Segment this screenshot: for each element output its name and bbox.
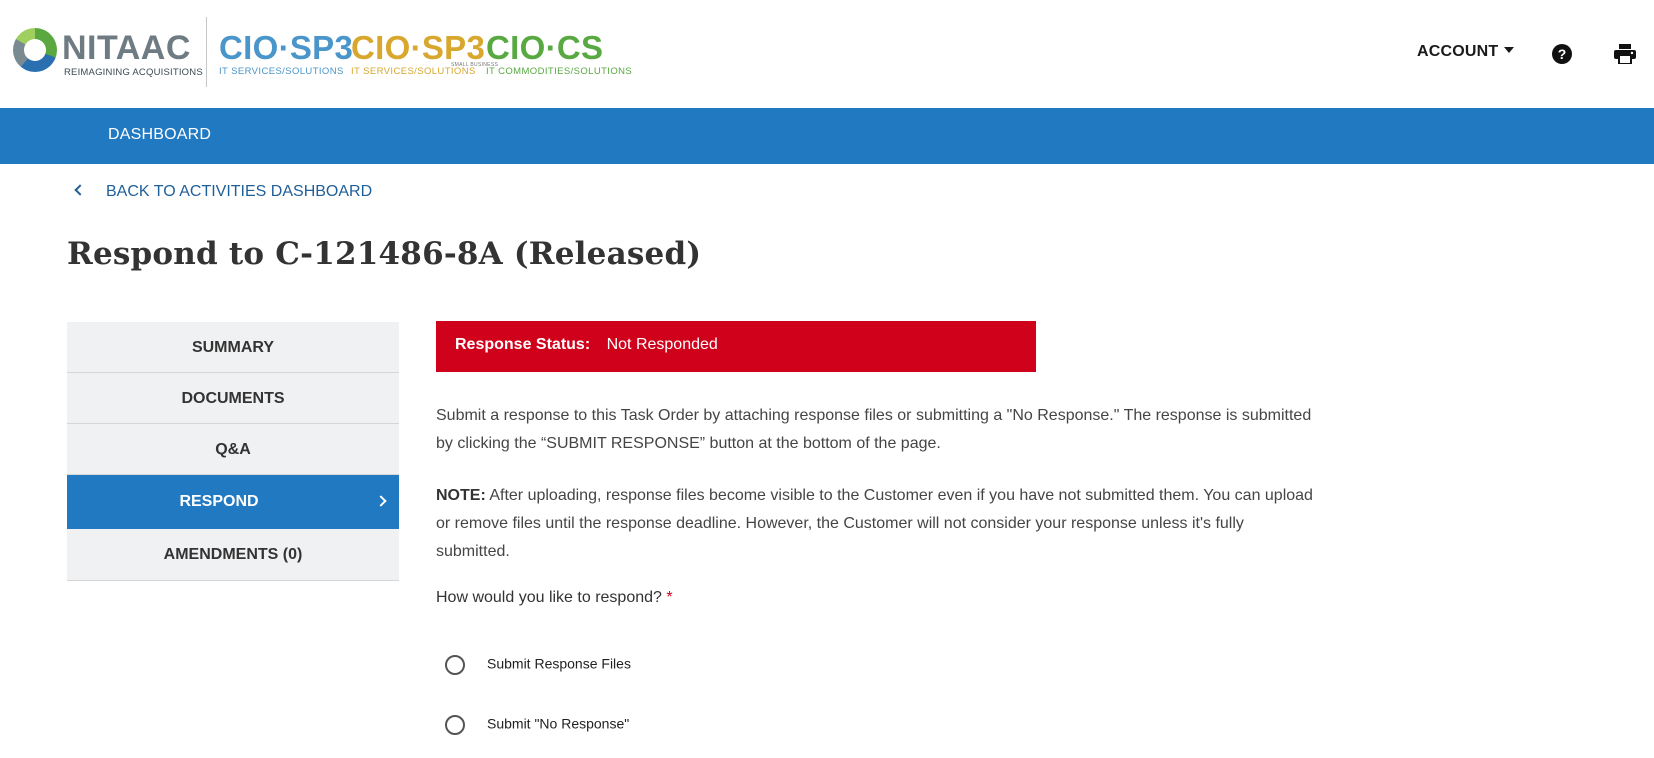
response-status-label: Response Status:	[455, 336, 591, 353]
chevron-left-icon	[74, 184, 86, 196]
instructions-text: Submit a response to this Task Order by …	[436, 407, 1312, 452]
sidebar-item-amendments[interactable]: AMENDMENTS (0)	[67, 529, 399, 581]
back-to-dashboard-link[interactable]: BACK TO ACTIVITIES DASHBOARD	[74, 183, 372, 201]
sidebar-item-label: RESPOND	[179, 493, 259, 510]
sidebar-item-documents[interactable]: DOCUMENTS	[67, 373, 399, 424]
sidebar-item-qa[interactable]: Q&A	[67, 424, 399, 475]
radio-circle-icon[interactable]	[445, 715, 465, 735]
brand-tagline: REIMAGINING ACQUISITIONS	[64, 67, 203, 78]
account-menu-button[interactable]: ACCOUNT	[1417, 43, 1515, 61]
radio-submit-response-files[interactable]: Submit Response Files	[445, 655, 631, 675]
back-link-label: BACK TO ACTIVITIES DASHBOARD	[106, 183, 373, 200]
sidebar-item-label: Q&A	[215, 441, 251, 458]
contract-logo-cio-sp3-small-business: CIO·SP3 IT SERVICES/SOLUTIONS	[351, 29, 486, 78]
note-text: NOTE: After uploading, response files be…	[436, 482, 1316, 566]
sidebar-item-label: AMENDMENTS (0)	[163, 546, 303, 563]
brand-name: NITAAC	[62, 29, 191, 67]
respond-question: How would you like to respond? *	[436, 589, 673, 607]
help-icon[interactable]: ?	[1552, 44, 1572, 64]
sidebar-item-respond[interactable]: RESPOND	[67, 475, 399, 529]
contract-name: CIO·CS	[486, 29, 604, 66]
note-label: NOTE:	[436, 487, 486, 504]
sidebar-item-summary[interactable]: SUMMARY	[67, 322, 399, 373]
contract-subtitle: IT SERVICES/SOLUTIONS	[219, 66, 344, 77]
sidebar-item-label: SUMMARY	[191, 339, 275, 356]
contract-logo-cio-cs: CIO·CS IT COMMODITIES/SOLUTIONS	[486, 29, 633, 78]
page-title: Respond to C-121486-8A (Released)	[67, 236, 702, 272]
contract-logo-cio-sp3: CIO·SP3 IT SERVICES/SOLUTIONS	[219, 29, 354, 78]
required-marker: *	[666, 589, 673, 606]
response-status-banner: Response Status: Not Responded	[436, 321, 1036, 372]
radio-submit-no-response[interactable]: Submit "No Response"	[445, 715, 629, 735]
caret-down-icon	[1504, 47, 1515, 53]
account-label: ACCOUNT	[1417, 43, 1499, 60]
brand-divider	[206, 17, 207, 87]
header: NITAAC REIMAGINING ACQUISITIONS CIO·SP3 …	[0, 0, 1654, 108]
contract-name: CIO·SP3	[219, 29, 354, 66]
radio-circle-icon[interactable]	[445, 655, 465, 675]
chevron-right-icon	[375, 495, 387, 507]
print-icon[interactable]	[1614, 44, 1636, 64]
nitaac-logo-icon	[13, 28, 57, 72]
top-navbar: DASHBOARD	[0, 108, 1654, 164]
nav-dashboard-link[interactable]: DASHBOARD	[108, 126, 211, 144]
contract-subtitle: IT COMMODITIES/SOLUTIONS	[486, 66, 633, 77]
radio-label: Submit "No Response"	[487, 715, 630, 732]
response-status-value: Not Responded	[606, 336, 718, 353]
note-body: After uploading, response files become v…	[436, 487, 1313, 560]
question-label: How would you like to respond?	[436, 589, 662, 606]
contract-name: CIO·SP3	[351, 29, 486, 66]
sidebar-item-label: DOCUMENTS	[181, 390, 285, 407]
radio-label: Submit Response Files	[487, 655, 631, 672]
side-nav: SUMMARY DOCUMENTS Q&A RESPOND AMENDMENTS…	[67, 322, 399, 581]
